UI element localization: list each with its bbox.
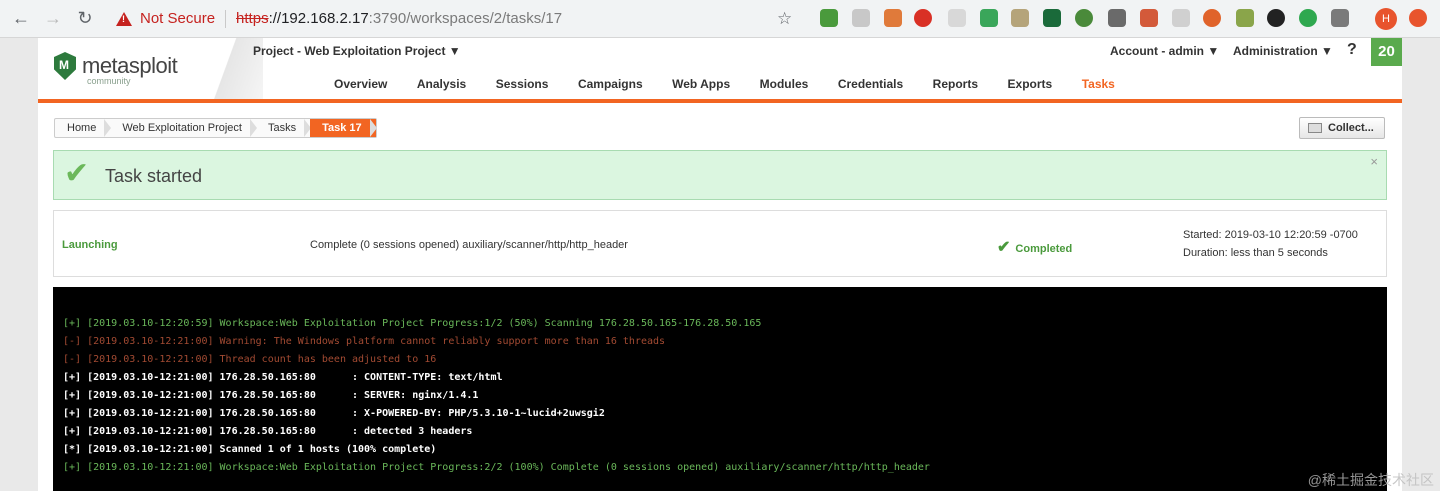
tab-sessions[interactable]: Sessions <box>496 77 549 91</box>
reload-icon[interactable]: ↻ <box>74 8 96 30</box>
console-line: [+] [2019.03.10-12:21:00] 176.28.50.165:… <box>63 426 473 437</box>
help-icon[interactable]: ? <box>1347 41 1357 59</box>
extension-icon[interactable] <box>1172 9 1190 27</box>
console-line: [-] [2019.03.10-12:21:00] Warning: The W… <box>63 336 666 347</box>
tab-tasks[interactable]: Tasks <box>1082 77 1115 91</box>
extension-icon[interactable] <box>1236 9 1254 27</box>
task-summary: Launching Complete (0 sessions opened) a… <box>53 210 1387 277</box>
tab-exports[interactable]: Exports <box>1008 77 1053 91</box>
shield-logo-icon <box>54 52 76 80</box>
breadcrumb: Home Web Exploitation Project Tasks Task… <box>54 118 377 138</box>
extension-icon[interactable] <box>884 9 902 27</box>
divider <box>225 9 227 28</box>
task-console[interactable]: [+] [2019.03.10-12:20:59] Workspace:Web … <box>53 287 1387 491</box>
task-duration: Duration: less than 5 seconds <box>1183 247 1328 259</box>
security-label: Not Secure <box>140 10 216 27</box>
url-host: ://192.168.2.17 <box>268 10 369 27</box>
main-nav: Overview Analysis Sessions Campaigns Web… <box>334 77 1144 91</box>
notification-count[interactable]: 20 <box>1371 38 1402 66</box>
console-line: [-] [2019.03.10-12:21:00] Thread count h… <box>63 354 437 365</box>
extension-icon[interactable] <box>1011 9 1029 27</box>
extension-icon[interactable] <box>1203 9 1221 27</box>
console-line: [+] [2019.03.10-12:21:00] Workspace:Web … <box>63 462 930 473</box>
breadcrumb-home[interactable]: Home <box>55 119 112 137</box>
console-line: [+] [2019.03.10-12:20:59] Workspace:Web … <box>63 318 762 329</box>
extension-icon[interactable] <box>948 9 966 27</box>
tab-campaigns[interactable]: Campaigns <box>578 77 643 91</box>
logo-text: metasploit <box>82 53 178 78</box>
metasploit-app: metasploit community Project - Web Explo… <box>38 38 1402 491</box>
tab-analysis[interactable]: Analysis <box>417 77 466 91</box>
task-status: ✔ Completed <box>997 237 1072 257</box>
breadcrumb-tasks[interactable]: Tasks <box>256 119 312 137</box>
collect-label: Collect... <box>1328 122 1374 134</box>
console-line: [+] [2019.03.10-12:21:00] 176.28.50.165:… <box>63 372 503 383</box>
breadcrumb-current-task: Task 17 <box>310 119 377 137</box>
tab-reports[interactable]: Reports <box>933 77 978 91</box>
extension-icon[interactable] <box>1331 9 1349 27</box>
task-started: Started: 2019-03-10 12:20:59 -0700 <box>1183 229 1358 241</box>
logo-subtitle: community <box>87 76 131 86</box>
url-protocol: https <box>236 10 269 27</box>
extension-icon[interactable] <box>820 9 838 27</box>
adblock-icon[interactable] <box>914 9 932 27</box>
forward-arrow-icon[interactable]: → <box>42 8 64 30</box>
account-menu[interactable]: Account - admin ▼ <box>1110 44 1219 58</box>
address-bar[interactable]: https://192.168.2.17:3790/workspaces/2/t… <box>236 10 562 27</box>
collect-icon <box>1308 123 1322 133</box>
extension-icon[interactable] <box>1108 9 1126 27</box>
close-icon[interactable]: × <box>1370 154 1378 169</box>
extension-icon[interactable] <box>1267 9 1285 27</box>
tab-modules[interactable]: Modules <box>760 77 809 91</box>
task-phase: Launching <box>62 239 118 251</box>
extension-icon[interactable] <box>1299 9 1317 27</box>
breadcrumb-project[interactable]: Web Exploitation Project <box>110 119 257 137</box>
collect-button[interactable]: Collect... <box>1299 117 1385 139</box>
tab-overview[interactable]: Overview <box>334 77 387 91</box>
flash-success: ✔ Task started × <box>53 150 1387 200</box>
update-icon[interactable] <box>1409 9 1427 27</box>
extension-icon[interactable] <box>1043 9 1061 27</box>
checkmark-icon: ✔ <box>997 239 1011 256</box>
warning-icon <box>116 11 132 26</box>
extension-icon[interactable] <box>852 9 870 27</box>
extension-icon[interactable] <box>980 9 998 27</box>
console-line: [+] [2019.03.10-12:21:00] 176.28.50.165:… <box>63 390 479 401</box>
flash-message: Task started <box>105 166 203 186</box>
watermark: @稀土掘金技术社区 <box>1307 472 1434 488</box>
console-line: [*] [2019.03.10-12:21:00] Scanned 1 of 1… <box>63 444 437 455</box>
administration-menu[interactable]: Administration ▼ <box>1233 44 1333 58</box>
task-status-label: Completed <box>1015 243 1073 255</box>
task-description: Complete (0 sessions opened) auxiliary/s… <box>310 239 628 251</box>
app-header: metasploit community Project - Web Explo… <box>38 38 1402 103</box>
extension-icon[interactable] <box>1140 9 1158 27</box>
extension-icon[interactable] <box>1075 9 1093 27</box>
profile-avatar[interactable]: H <box>1375 8 1397 30</box>
checkmark-icon: ✔ <box>64 157 90 190</box>
security-indicator[interactable]: Not Secure <box>116 10 215 27</box>
tab-web-apps[interactable]: Web Apps <box>672 77 730 91</box>
bookmark-star-icon[interactable]: ☆ <box>777 9 792 29</box>
url-path: :3790/workspaces/2/tasks/17 <box>368 10 563 27</box>
browser-toolbar: ← → ↻ Not Secure https://192.168.2.17:37… <box>0 0 1440 38</box>
project-menu[interactable]: Project - Web Exploitation Project ▼ <box>253 44 461 58</box>
tab-credentials[interactable]: Credentials <box>838 77 903 91</box>
back-arrow-icon[interactable]: ← <box>10 8 32 30</box>
console-line: [+] [2019.03.10-12:21:00] 176.28.50.165:… <box>63 408 605 419</box>
